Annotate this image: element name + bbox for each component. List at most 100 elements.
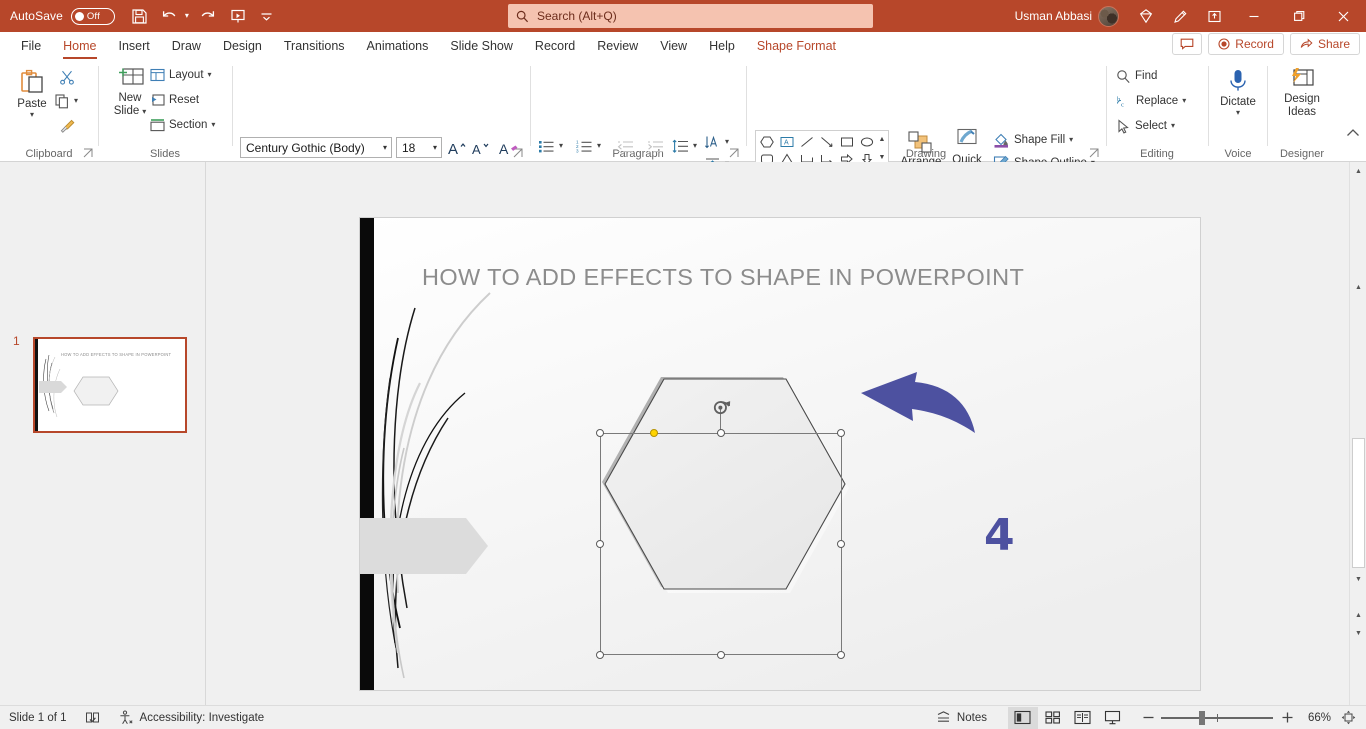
- record-button[interactable]: Record: [1208, 33, 1284, 55]
- slide-indicator[interactable]: Slide 1 of 1: [0, 706, 76, 729]
- shape-textbox-icon[interactable]: A: [778, 133, 797, 150]
- clipboard-dialog-launcher[interactable]: [83, 147, 95, 159]
- shape-fill-dropdown-icon[interactable]: ▾: [1069, 136, 1073, 144]
- resize-handle-bottom-right[interactable]: [837, 651, 845, 659]
- avatar[interactable]: [1098, 5, 1119, 27]
- tab-review[interactable]: Review: [586, 36, 649, 60]
- tab-insert[interactable]: Insert: [108, 36, 161, 60]
- paste-button[interactable]: Paste ▾: [10, 68, 54, 119]
- gallery-scroll-down-icon[interactable]: ▼: [879, 154, 886, 161]
- section-button[interactable]: Section ▾: [150, 115, 215, 135]
- zoom-level[interactable]: 66%: [1302, 706, 1337, 729]
- tab-view[interactable]: View: [649, 36, 698, 60]
- scroll-up-icon[interactable]: ▲: [1352, 164, 1365, 178]
- scroll-down-icon[interactable]: ▼: [1352, 572, 1365, 586]
- slide-sorter-view-button[interactable]: [1038, 707, 1068, 729]
- dictate-dropdown-icon[interactable]: ▾: [1236, 109, 1240, 117]
- tab-shape-format[interactable]: Shape Format: [746, 36, 847, 60]
- redo-icon[interactable]: [195, 3, 221, 29]
- shape-line-icon[interactable]: [798, 133, 817, 150]
- chevron-down-icon[interactable]: ▾: [433, 143, 437, 152]
- increase-indent-button[interactable]: [644, 136, 666, 158]
- shape-hexagon-icon[interactable]: [758, 133, 777, 150]
- paste-dropdown-icon[interactable]: ▾: [30, 111, 34, 119]
- resize-handle-top-left[interactable]: [596, 429, 604, 437]
- slide-thumbnail-1[interactable]: HOW TO ADD EFFECTS TO SHAPE IN POWERPOIN…: [33, 337, 187, 433]
- spell-check-button[interactable]: [76, 706, 109, 729]
- decrease-indent-button[interactable]: [614, 136, 636, 158]
- resize-handle-middle-right[interactable]: [837, 540, 845, 548]
- clear-formatting-button[interactable]: A: [498, 137, 520, 159]
- bullets-dropdown-icon[interactable]: ▾: [559, 142, 563, 150]
- layout-dropdown-icon[interactable]: ▾: [208, 71, 212, 79]
- dictate-button[interactable]: Dictate ▾: [1214, 68, 1262, 117]
- decrease-font-size-button[interactable]: A: [470, 137, 492, 159]
- notes-button[interactable]: Notes: [927, 706, 996, 729]
- find-button[interactable]: Find: [1116, 66, 1157, 86]
- new-slide-button[interactable]: New Slide ▾: [106, 66, 154, 118]
- copy-dropdown-icon[interactable]: ▾: [74, 97, 78, 105]
- text-direction-dropdown-icon[interactable]: ▾: [725, 138, 729, 146]
- shape-fill-button[interactable]: Shape Fill ▾: [993, 130, 1073, 150]
- minimize-button[interactable]: [1231, 0, 1276, 32]
- resize-handle-bottom-left[interactable]: [596, 651, 604, 659]
- select-button[interactable]: Select ▾: [1116, 116, 1175, 136]
- autosave-toggle[interactable]: Off: [70, 7, 115, 25]
- copy-button[interactable]: ▾: [54, 91, 78, 111]
- reading-view-button[interactable]: [1068, 707, 1098, 729]
- canvas-vertical-scrollbar[interactable]: ▲ ▲ ▼ ▲ ▼: [1349, 162, 1366, 705]
- scrollbar-thumb[interactable]: [1352, 438, 1365, 568]
- new-slide-dropdown-icon[interactable]: ▾: [142, 107, 146, 116]
- scroll-page-down-icon[interactable]: ▲: [1352, 608, 1365, 622]
- fit-slide-to-window-button[interactable]: [1337, 706, 1366, 729]
- close-button[interactable]: [1321, 0, 1366, 32]
- zoom-in-button[interactable]: [1273, 706, 1302, 729]
- rotation-handle[interactable]: [712, 398, 732, 420]
- undo-icon[interactable]: [157, 3, 183, 29]
- replace-dropdown-icon[interactable]: ▾: [1182, 97, 1186, 105]
- search-input[interactable]: Search (Alt+Q): [508, 4, 873, 28]
- gallery-scroll-up-icon[interactable]: ▲: [879, 136, 886, 143]
- slide-canvas[interactable]: HOW TO ADD EFFECTS TO SHAPE IN POWERPOIN…: [360, 218, 1200, 690]
- tab-design[interactable]: Design: [212, 36, 273, 60]
- resize-handle-top-right[interactable]: [837, 429, 845, 437]
- scroll-page-up-icon[interactable]: ▲: [1352, 280, 1365, 294]
- line-spacing-dropdown-icon[interactable]: ▾: [693, 142, 697, 150]
- increase-font-size-button[interactable]: A: [446, 137, 468, 159]
- line-spacing-button[interactable]: ▾: [672, 136, 697, 156]
- accessibility-button[interactable]: Accessibility: Investigate: [109, 706, 274, 729]
- comments-icon[interactable]: [1172, 33, 1203, 55]
- ribbon-display-options-icon[interactable]: [1197, 0, 1231, 32]
- reset-button[interactable]: Reset: [150, 90, 199, 110]
- numbering-dropdown-icon[interactable]: ▾: [597, 142, 601, 150]
- layout-button[interactable]: Layout ▾: [150, 65, 212, 85]
- zoom-out-button[interactable]: [1128, 706, 1161, 729]
- ink-pen-icon[interactable]: [1163, 0, 1197, 32]
- section-dropdown-icon[interactable]: ▾: [211, 121, 215, 129]
- start-presentation-icon[interactable]: [223, 3, 253, 29]
- zoom-knob[interactable]: [1198, 710, 1205, 725]
- shape-rectangle-icon[interactable]: [837, 133, 856, 150]
- restore-button[interactable]: [1276, 0, 1321, 32]
- replace-button[interactable]: bc Replace ▾: [1116, 91, 1186, 111]
- collapse-ribbon-button[interactable]: [1346, 127, 1360, 141]
- cut-button[interactable]: [56, 66, 78, 88]
- format-painter-button[interactable]: [56, 115, 78, 137]
- share-button[interactable]: Share: [1289, 33, 1360, 55]
- select-dropdown-icon[interactable]: ▾: [1171, 122, 1175, 130]
- diamond-icon[interactable]: [1129, 0, 1163, 32]
- text-direction-button[interactable]: ▾: [704, 132, 729, 152]
- bullets-button[interactable]: ▾: [538, 136, 563, 156]
- font-name-combo[interactable]: Century Gothic (Body) ▾: [240, 137, 392, 158]
- normal-view-button[interactable]: [1007, 706, 1038, 729]
- zoom-slider[interactable]: [1160, 706, 1273, 729]
- tab-file[interactable]: File: [10, 36, 52, 60]
- tab-draw[interactable]: Draw: [161, 36, 212, 60]
- font-size-combo[interactable]: 18 ▾: [396, 137, 442, 158]
- save-icon[interactable]: [125, 3, 155, 29]
- slide-thumbnail-pane[interactable]: 1 HOW TO ADD EFFECTS TO SHAPE IN POWERPO…: [0, 162, 206, 705]
- shape-adjustment-handle[interactable]: [650, 429, 658, 437]
- slide-canvas-area[interactable]: HOW TO ADD EFFECTS TO SHAPE IN POWERPOIN…: [207, 162, 1366, 705]
- customize-qat-icon[interactable]: [255, 3, 279, 29]
- tab-transitions[interactable]: Transitions: [273, 36, 356, 60]
